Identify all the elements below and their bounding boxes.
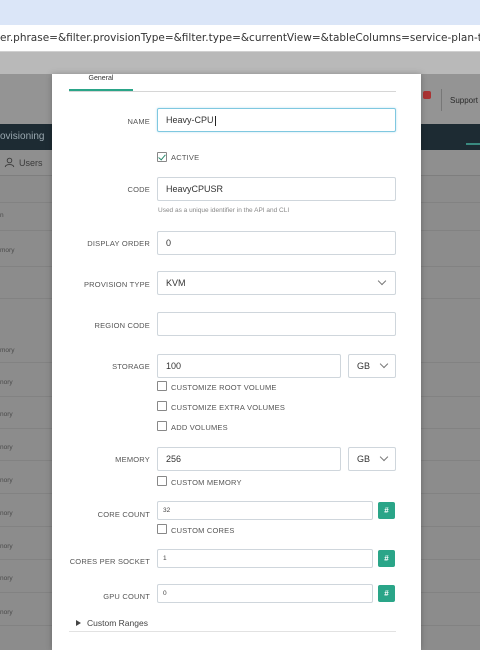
custom-cores-label: CUSTOM CORES <box>171 526 235 535</box>
core-count-stepper-button[interactable]: # <box>378 502 395 519</box>
provision-type-value: KVM <box>166 278 186 288</box>
background-users-tab: Users <box>4 157 43 168</box>
background-row: nory <box>0 575 13 582</box>
storage-input[interactable]: 100 <box>157 354 341 378</box>
gpu-count-input[interactable]: 0 <box>157 584 373 603</box>
background-nav-text: ovisioning <box>0 131 45 142</box>
display-order-input[interactable]: 0 <box>157 231 396 255</box>
name-label: NAME <box>127 117 150 126</box>
background-row: nory <box>0 543 13 550</box>
customize-root-volume-label: CUSTOMIZE ROOT VOLUME <box>171 383 277 392</box>
users-icon <box>4 157 15 168</box>
background-row: nory <box>0 444 13 451</box>
region-code-input[interactable] <box>157 312 396 336</box>
storage-value: 100 <box>166 361 182 371</box>
memory-value: 256 <box>166 454 182 464</box>
add-volumes-checkbox[interactable] <box>157 421 167 431</box>
active-label: ACTIVE <box>171 153 200 162</box>
storage-unit-value: GB <box>357 361 371 371</box>
background-row: mory <box>0 347 15 354</box>
custom-cores-checkbox[interactable] <box>157 524 167 534</box>
storage-label: STORAGE <box>112 362 150 371</box>
background-active-marker <box>466 143 480 145</box>
memory-unit-value: GB <box>357 454 371 464</box>
browser-toolbar-strip <box>0 52 480 74</box>
add-volumes-label: ADD VOLUMES <box>171 423 228 432</box>
custom-memory-label: CUSTOM MEMORY <box>171 478 242 487</box>
header-divider <box>441 89 442 111</box>
customize-root-volume-checkbox[interactable] <box>157 381 167 391</box>
custom-memory-checkbox[interactable] <box>157 476 167 486</box>
background-row: nory <box>0 379 13 386</box>
gpu-count-value: 0 <box>163 590 167 597</box>
provision-type-select[interactable]: KVM <box>157 271 396 295</box>
background-users-label: Users <box>19 157 43 168</box>
background-row: mory <box>0 247 15 254</box>
provision-type-label: PROVISION TYPE <box>83 280 150 289</box>
name-input[interactable]: Heavy-CPU <box>157 108 396 132</box>
chevron-down-icon <box>377 276 387 286</box>
service-plan-modal: General NAME Heavy-CPU ACTIVE CODE Heavy… <box>52 74 421 650</box>
core-count-input[interactable]: 32 <box>157 501 373 520</box>
cores-per-socket-input[interactable]: 1 <box>157 549 373 568</box>
storage-unit-select[interactable]: GB <box>348 354 396 378</box>
notification-icon <box>423 91 431 99</box>
display-order-label: DISPLAY ORDER <box>87 239 150 248</box>
support-menu: Support + <box>450 96 480 105</box>
memory-unit-select[interactable]: GB <box>348 447 396 471</box>
region-code-label: REGION CODE <box>94 321 150 330</box>
section-divider <box>69 631 396 632</box>
address-bar[interactable]: er.phrase=&filter.provisionType=&filter.… <box>0 25 480 52</box>
custom-ranges-toggle[interactable]: Custom Ranges <box>76 618 148 628</box>
cores-per-socket-value: 1 <box>163 555 167 562</box>
modal-tab-bar: General <box>69 74 396 92</box>
background-row: nory <box>0 510 13 517</box>
code-input-value: HeavyCPUSR <box>166 184 224 194</box>
customize-extra-volumes-label: CUSTOMIZE EXTRA VOLUMES <box>171 403 286 412</box>
chevron-down-icon <box>379 452 389 462</box>
display-order-value: 0 <box>166 238 172 248</box>
gpu-count-stepper-button[interactable]: # <box>378 585 395 602</box>
browser-tab-strip <box>0 0 480 25</box>
code-hint: Used as a unique identifier in the API a… <box>158 207 290 214</box>
caret-right-icon <box>76 620 81 626</box>
tab-general[interactable]: General <box>69 74 133 91</box>
memory-label: MEMORY <box>115 455 150 464</box>
cores-per-socket-label: CORES PER SOCKET <box>69 557 150 566</box>
custom-ranges-label: Custom Ranges <box>87 618 148 628</box>
core-count-label: CORE COUNT <box>97 510 150 519</box>
code-label: CODE <box>127 185 150 194</box>
background-row: n <box>0 212 4 219</box>
memory-input[interactable]: 256 <box>157 447 341 471</box>
code-input[interactable]: HeavyCPUSR <box>157 177 396 201</box>
customize-extra-volumes-checkbox[interactable] <box>157 401 167 411</box>
text-caret <box>214 115 216 126</box>
chevron-down-icon <box>379 359 389 369</box>
background-row: nory <box>0 609 13 616</box>
active-checkbox[interactable] <box>157 152 167 162</box>
core-count-value: 32 <box>163 507 171 514</box>
cores-per-socket-stepper-button[interactable]: # <box>378 550 395 567</box>
name-input-value: Heavy-CPU <box>166 115 214 125</box>
gpu-count-label: GPU COUNT <box>103 592 150 601</box>
background-row: nory <box>0 411 13 418</box>
background-row: nory <box>0 477 13 484</box>
